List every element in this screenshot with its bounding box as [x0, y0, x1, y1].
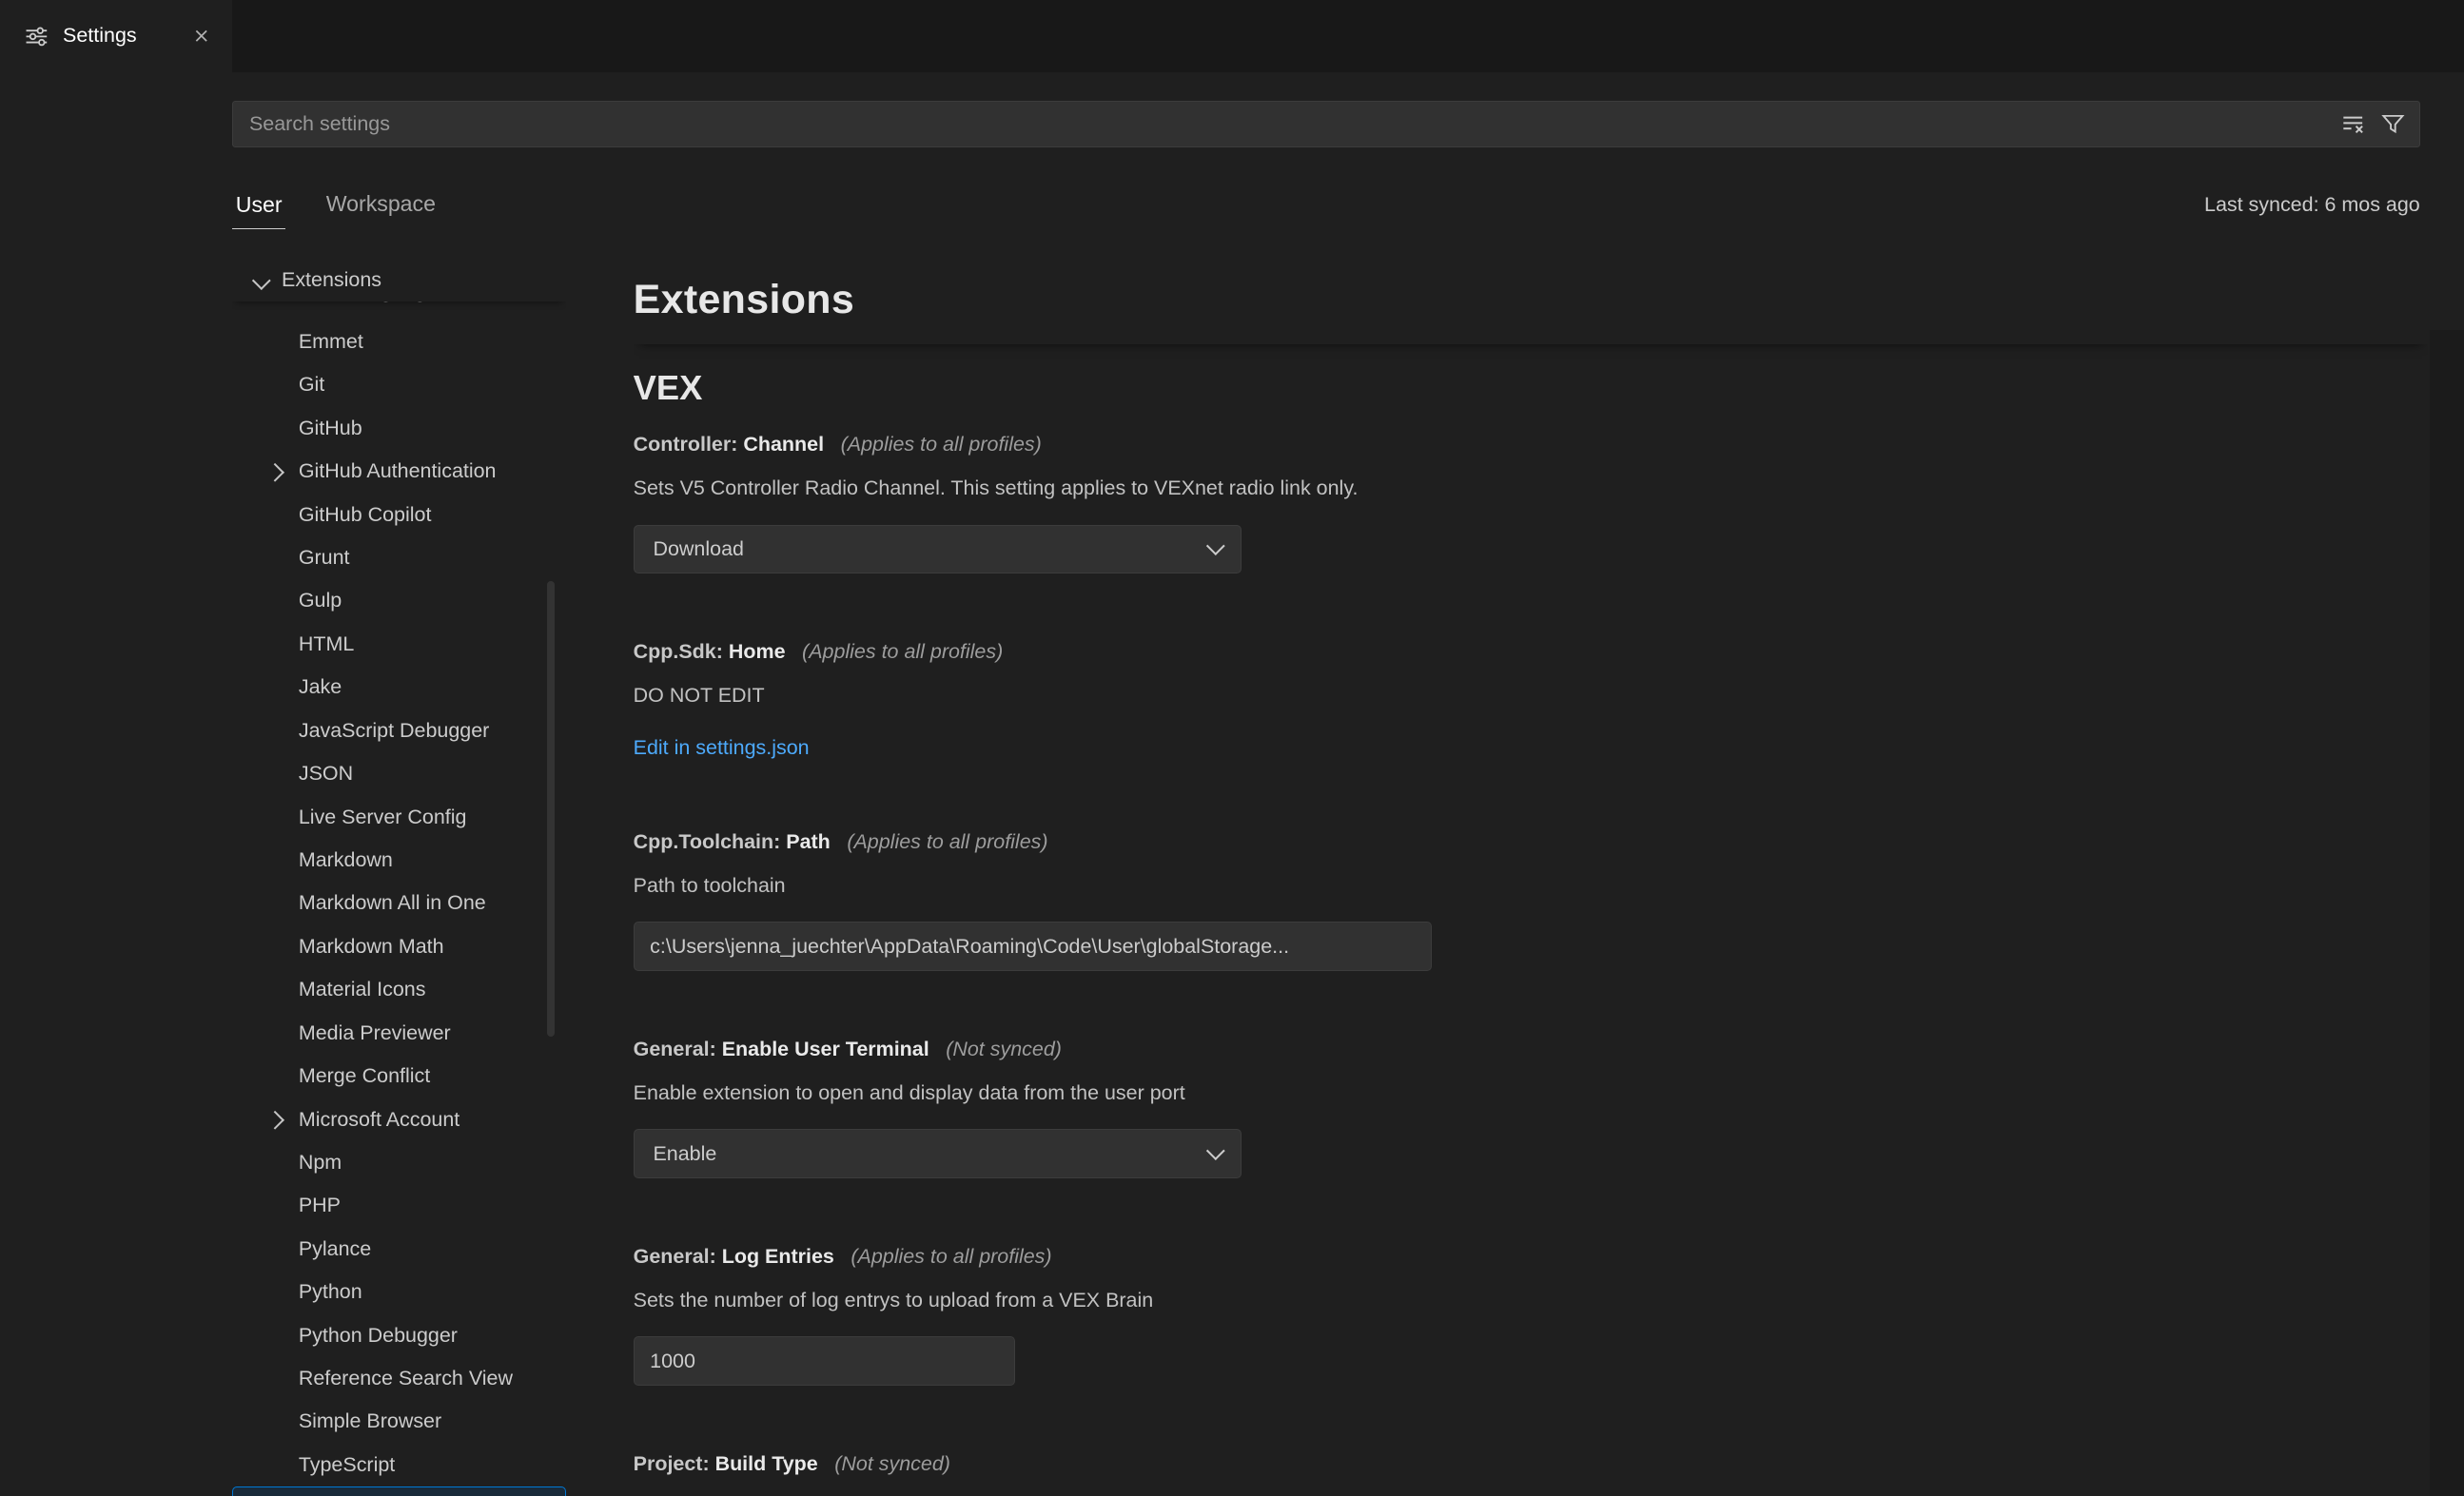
- edit-in-settings-json-link[interactable]: Edit in settings.json: [634, 732, 810, 764]
- setting-title: Controller: Channel (Applies to all prof…: [634, 429, 2428, 460]
- select-value: Download: [653, 537, 743, 561]
- tab-user[interactable]: User: [232, 192, 284, 230]
- toc-item-reference-search-view[interactable]: Reference Search View: [232, 1357, 565, 1400]
- setting-title: General: Enable User Terminal (Not synce…: [634, 1034, 2428, 1065]
- setting-title: Cpp.Sdk: Home (Applies to all profiles): [634, 636, 2428, 668]
- log-entries-input[interactable]: [634, 1336, 1015, 1385]
- settings-group-header: Extensions: [634, 260, 2428, 344]
- toc-item-python-debugger[interactable]: Python Debugger: [232, 1314, 565, 1357]
- toc-item-json[interactable]: JSON: [232, 752, 565, 795]
- setting-title: Cpp.Toolchain: Path (Applies to all prof…: [634, 826, 2428, 858]
- toolchain-path-input[interactable]: [634, 922, 1432, 970]
- toc-item-markdown-math[interactable]: Markdown Math: [232, 925, 565, 968]
- toc-list: Emmet Git GitHub GitHub Authentication G…: [232, 321, 565, 1496]
- editor-tab-bar: Settings: [0, 0, 2464, 72]
- setting-controller-channel: Controller: Channel (Applies to all prof…: [634, 429, 2428, 573]
- settings-scope-switcher: User Workspace Last synced: 6 mos ago: [232, 169, 2419, 229]
- channel-select[interactable]: Download: [634, 525, 1242, 573]
- section-title-vex: VEX: [634, 366, 2428, 410]
- toc-item-material-icons[interactable]: Material Icons: [232, 968, 565, 1011]
- toc-item-emmet[interactable]: Emmet: [232, 321, 565, 363]
- setting-description: Enable extension to open and display dat…: [634, 1078, 2428, 1109]
- toc-root-label: Extensions: [282, 268, 381, 292]
- chevron-down-icon: [1206, 536, 1224, 554]
- settings-search-bar: [232, 101, 2419, 148]
- tab-settings[interactable]: Settings: [0, 0, 232, 72]
- toc-item-github-copilot[interactable]: GitHub Copilot: [232, 494, 565, 536]
- tab-title: Settings: [63, 24, 171, 48]
- chevron-down-icon: [1206, 1141, 1224, 1159]
- setting-title: Project: Build Type (Not synced): [634, 1448, 2428, 1480]
- search-input[interactable]: [233, 112, 2340, 136]
- toc-item-simple-browser[interactable]: Simple Browser: [232, 1400, 565, 1443]
- toc-item-merge-conflict[interactable]: Merge Conflict: [232, 1055, 565, 1098]
- toc-item-live-server-config[interactable]: Live Server Config: [232, 796, 565, 839]
- toc-item-markdown[interactable]: Markdown: [232, 839, 565, 882]
- toc-item-typescript[interactable]: TypeScript: [232, 1444, 565, 1486]
- tab-workspace[interactable]: Workspace: [323, 191, 439, 229]
- setting-general-enable-user-terminal: General: Enable User Terminal (Not synce…: [634, 1034, 2428, 1178]
- toc-item-vex[interactable]: VEX: [232, 1486, 565, 1495]
- enable-user-terminal-select[interactable]: Enable: [634, 1129, 1242, 1177]
- toc-item-markdown-all-in-one[interactable]: Markdown All in One: [232, 882, 565, 924]
- toc-item-grunt[interactable]: Grunt: [232, 536, 565, 579]
- select-value: Enable: [653, 1142, 716, 1166]
- clear-search-icon[interactable]: [2340, 111, 2365, 136]
- sidebar-scrollbar-thumb[interactable]: [547, 581, 555, 1037]
- vscode-settings-window: Settings: [0, 0, 2464, 1496]
- toc-item-pylance[interactable]: Pylance: [232, 1228, 565, 1271]
- close-icon[interactable]: [186, 20, 217, 51]
- toc-item-clipped[interactable]: CSS Language Features: [232, 301, 565, 321]
- toc-item-github[interactable]: GitHub: [232, 407, 565, 450]
- toc-item-github-authentication[interactable]: GitHub Authentication: [232, 450, 565, 493]
- setting-description: Sets V5 Controller Radio Channel. This s…: [634, 473, 2428, 504]
- chevron-right-icon: [266, 1111, 284, 1129]
- settings-toc: Extensions CSS Language Features Emmet G…: [232, 260, 565, 1496]
- chevron-down-icon: [252, 271, 270, 289]
- toc-item-javascript-debugger[interactable]: JavaScript Debugger: [232, 709, 565, 752]
- setting-description: DO NOT EDIT: [634, 680, 2428, 711]
- toc-item-php[interactable]: PHP: [232, 1184, 565, 1227]
- page-title: Extensions: [634, 275, 2428, 325]
- setting-cpp-sdk-home: Cpp.Sdk: Home (Applies to all profiles) …: [634, 636, 2428, 764]
- settings-editor: User Workspace Last synced: 6 mos ago Ex…: [0, 72, 2464, 1496]
- setting-title: General: Log Entries (Applies to all pro…: [634, 1241, 2428, 1273]
- search-actions: [2340, 111, 2419, 136]
- main-scrollbar-track[interactable]: [2430, 330, 2464, 1496]
- filter-icon[interactable]: [2381, 112, 2405, 136]
- toc-item-npm[interactable]: Npm: [232, 1141, 565, 1184]
- setting-general-log-entries: General: Log Entries (Applies to all pro…: [634, 1241, 2428, 1386]
- setting-description: Path to toolchain: [634, 870, 2428, 902]
- chevron-right-icon: [266, 463, 284, 481]
- toc-item-python[interactable]: Python: [232, 1271, 565, 1313]
- toc-item-microsoft-account[interactable]: Microsoft Account: [232, 1098, 565, 1141]
- toc-item-extensions[interactable]: Extensions: [232, 260, 565, 302]
- settings-body: Extensions VEX Controller: Channel (Appl…: [634, 260, 2428, 1496]
- setting-project-build-type: Project: Build Type (Not synced): [634, 1448, 2428, 1480]
- toc-item-jake[interactable]: Jake: [232, 666, 565, 709]
- last-synced-label: Last synced: 6 mos ago: [2204, 193, 2420, 229]
- setting-description: Sets the number of log entrys to upload …: [634, 1285, 2428, 1316]
- toc-item-git[interactable]: Git: [232, 363, 565, 406]
- toc-item-gulp[interactable]: Gulp: [232, 579, 565, 622]
- toc-item-html[interactable]: HTML: [232, 623, 565, 666]
- toc-item-media-previewer[interactable]: Media Previewer: [232, 1012, 565, 1055]
- settings-sliders-icon: [25, 25, 49, 49]
- setting-cpp-toolchain-path: Cpp.Toolchain: Path (Applies to all prof…: [634, 826, 2428, 971]
